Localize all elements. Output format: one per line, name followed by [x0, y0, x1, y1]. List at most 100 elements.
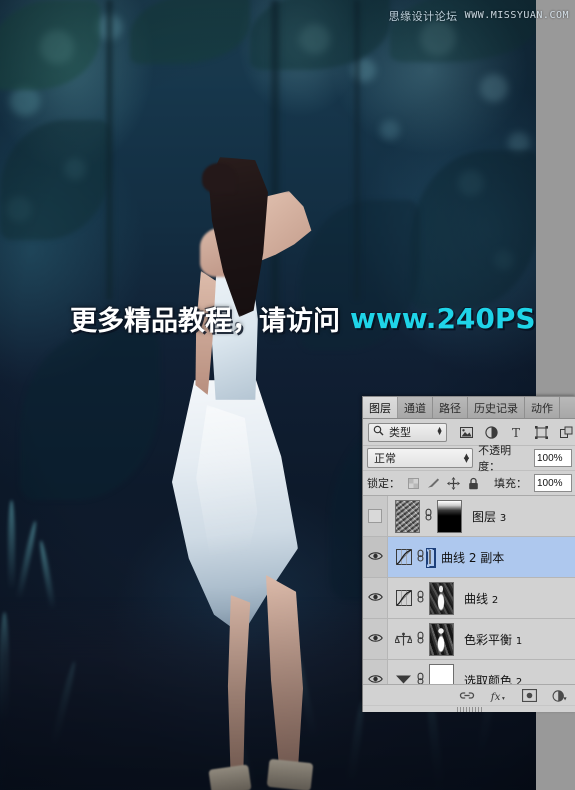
- curves-icon[interactable]: [395, 590, 412, 607]
- eye-icon: [367, 592, 383, 605]
- layer-visibility-toggle[interactable]: [363, 619, 388, 659]
- lock-image-pixels-icon[interactable]: [427, 477, 440, 490]
- fill-label: 填充：: [494, 477, 527, 490]
- bokeh-light: [6, 196, 32, 222]
- adjustment-layer-icon[interactable]: [484, 425, 498, 439]
- link-icon[interactable]: [416, 549, 425, 565]
- foliage: [410, 150, 536, 310]
- new-adjustment-layer-icon[interactable]: ▾: [552, 688, 568, 704]
- chevron-updown-icon[interactable]: ▲ ▼: [436, 426, 443, 437]
- lock-all-icon[interactable]: [467, 477, 480, 490]
- layer-name: 曲线 2: [464, 591, 499, 606]
- lock-transparent-pixels-icon[interactable]: [407, 477, 420, 490]
- panel-footer-toolbar: fx ▾ ▾: [363, 684, 575, 706]
- layer-mask-thumbnail[interactable]: [429, 581, 454, 615]
- type-layer-icon[interactable]: T: [509, 425, 523, 439]
- add-layer-mask-icon[interactable]: [521, 688, 537, 704]
- watermark-url-text: www.240PS.com: [350, 301, 536, 335]
- smart-object-icon[interactable]: [559, 425, 573, 439]
- color-balance-icon[interactable]: [395, 631, 412, 648]
- foliage: [0, 120, 110, 240]
- svg-text:T: T: [512, 426, 520, 439]
- svg-text:fx: fx: [490, 691, 501, 703]
- svg-text:▾: ▾: [564, 695, 568, 702]
- shape-layer-icon[interactable]: [534, 425, 548, 439]
- layer-style-fx-icon[interactable]: fx ▾: [490, 688, 506, 704]
- chevron-updown-icon[interactable]: ▲ ▼: [464, 453, 469, 464]
- layer-mask-thumbnail[interactable]: [437, 499, 462, 533]
- eye-icon: [367, 551, 383, 564]
- watermark-site-cn: 思缘设计论坛: [388, 9, 458, 23]
- foliage: [0, 0, 100, 90]
- link-layers-icon[interactable]: [459, 688, 475, 704]
- layer-name: 图层 3: [472, 509, 507, 524]
- top-watermark: 思缘设计论坛 WWW.MISSYUAN.COM: [389, 7, 569, 24]
- blend-mode-value: 正常: [374, 452, 396, 465]
- opacity-input[interactable]: 100%: [534, 449, 572, 467]
- bokeh-light: [40, 30, 74, 64]
- table-row[interactable]: 色彩平衡 1: [363, 619, 575, 660]
- filter-kind-dropdown[interactable]: 类型 ▲ ▼: [368, 422, 447, 442]
- grass-blade: [8, 500, 15, 590]
- watermark-cn-text: 更多精品教程，请访问: [70, 305, 340, 337]
- link-icon[interactable]: [416, 631, 425, 647]
- model-figure: [150, 155, 340, 790]
- table-row[interactable]: 图层 3: [363, 496, 575, 537]
- opacity-label: 不透明度：: [478, 444, 512, 473]
- photoshop-layers-panel: 图层 通道 路径 历史记录 动作 类型 ▲ ▼ T 正常 ▲ ▼ 不透明度： 1…: [362, 396, 575, 712]
- bokeh-light: [420, 20, 456, 56]
- curves-icon[interactable]: [395, 549, 412, 566]
- bokeh-light: [300, 24, 330, 54]
- layer-visibility-toggle[interactable]: [363, 537, 388, 577]
- foliage: [20, 330, 160, 500]
- bokeh-light: [10, 86, 40, 116]
- watermark-site-url: WWW.MISSYUAN.COM: [464, 10, 569, 21]
- pixel-layer-icon[interactable]: [459, 425, 473, 439]
- layer-mask-thumbnail[interactable]: [429, 622, 454, 656]
- blend-mode-row: 正常 ▲ ▼ 不透明度： 100%: [363, 444, 575, 473]
- tab-paths[interactable]: 路径: [433, 397, 468, 418]
- eye-icon: [367, 633, 383, 646]
- table-row[interactable]: 曲线 2: [363, 578, 575, 619]
- filter-type-icons: T: [459, 425, 573, 439]
- search-icon: [373, 425, 384, 439]
- center-watermark: 更多精品教程，请访问 www.240PS.com: [70, 300, 536, 337]
- layer-visibility-toggle[interactable]: [363, 578, 388, 618]
- link-icon[interactable]: [424, 508, 433, 524]
- right-shoe: [266, 758, 314, 790]
- lock-row: 锁定： 填充： 100%: [363, 471, 575, 496]
- eye-off-icon: [368, 509, 382, 523]
- link-icon[interactable]: [416, 590, 425, 606]
- layer-name: 曲线 2 副本: [441, 550, 505, 565]
- grass-blade: [15, 520, 39, 600]
- blend-mode-dropdown[interactable]: 正常 ▲ ▼: [367, 448, 474, 468]
- tab-actions[interactable]: 动作: [525, 397, 560, 418]
- layer-name: 色彩平衡 1: [464, 632, 523, 647]
- hair-front: [202, 163, 236, 193]
- lock-label: 锁定：: [367, 477, 400, 490]
- tree-trunk: [104, 0, 115, 300]
- tab-layers[interactable]: 图层: [363, 397, 398, 418]
- bokeh-light: [380, 120, 400, 140]
- panel-resize-gripper[interactable]: [456, 707, 483, 712]
- bokeh-light: [458, 170, 484, 196]
- layer-thumbnail[interactable]: [395, 499, 420, 533]
- tab-channels[interactable]: 通道: [398, 397, 433, 418]
- layer-visibility-toggle[interactable]: [363, 496, 388, 536]
- layer-mask-thumbnail[interactable]: [429, 550, 431, 564]
- layer-filter-row: 类型 ▲ ▼ T: [363, 419, 575, 446]
- bokeh-light: [494, 250, 514, 270]
- svg-text:▾: ▾: [502, 696, 505, 702]
- tab-history[interactable]: 历史记录: [468, 397, 525, 418]
- table-row[interactable]: 曲线 2 副本: [363, 537, 575, 578]
- bokeh-light: [508, 132, 530, 154]
- left-shoe: [208, 764, 252, 790]
- lock-position-icon[interactable]: [447, 476, 460, 490]
- layer-mask-selected[interactable]: [426, 548, 436, 568]
- panel-tab-bar: 图层 通道 路径 历史记录 动作: [363, 397, 575, 419]
- foliage: [130, 0, 250, 64]
- filter-kind-label: 类型: [389, 426, 411, 439]
- fill-input[interactable]: 100%: [534, 474, 572, 492]
- layer-list: 图层 3 曲线 2 副本 曲线 2 色彩平衡 1 选取颜色 2: [363, 496, 575, 701]
- tree-trunk: [352, 0, 362, 300]
